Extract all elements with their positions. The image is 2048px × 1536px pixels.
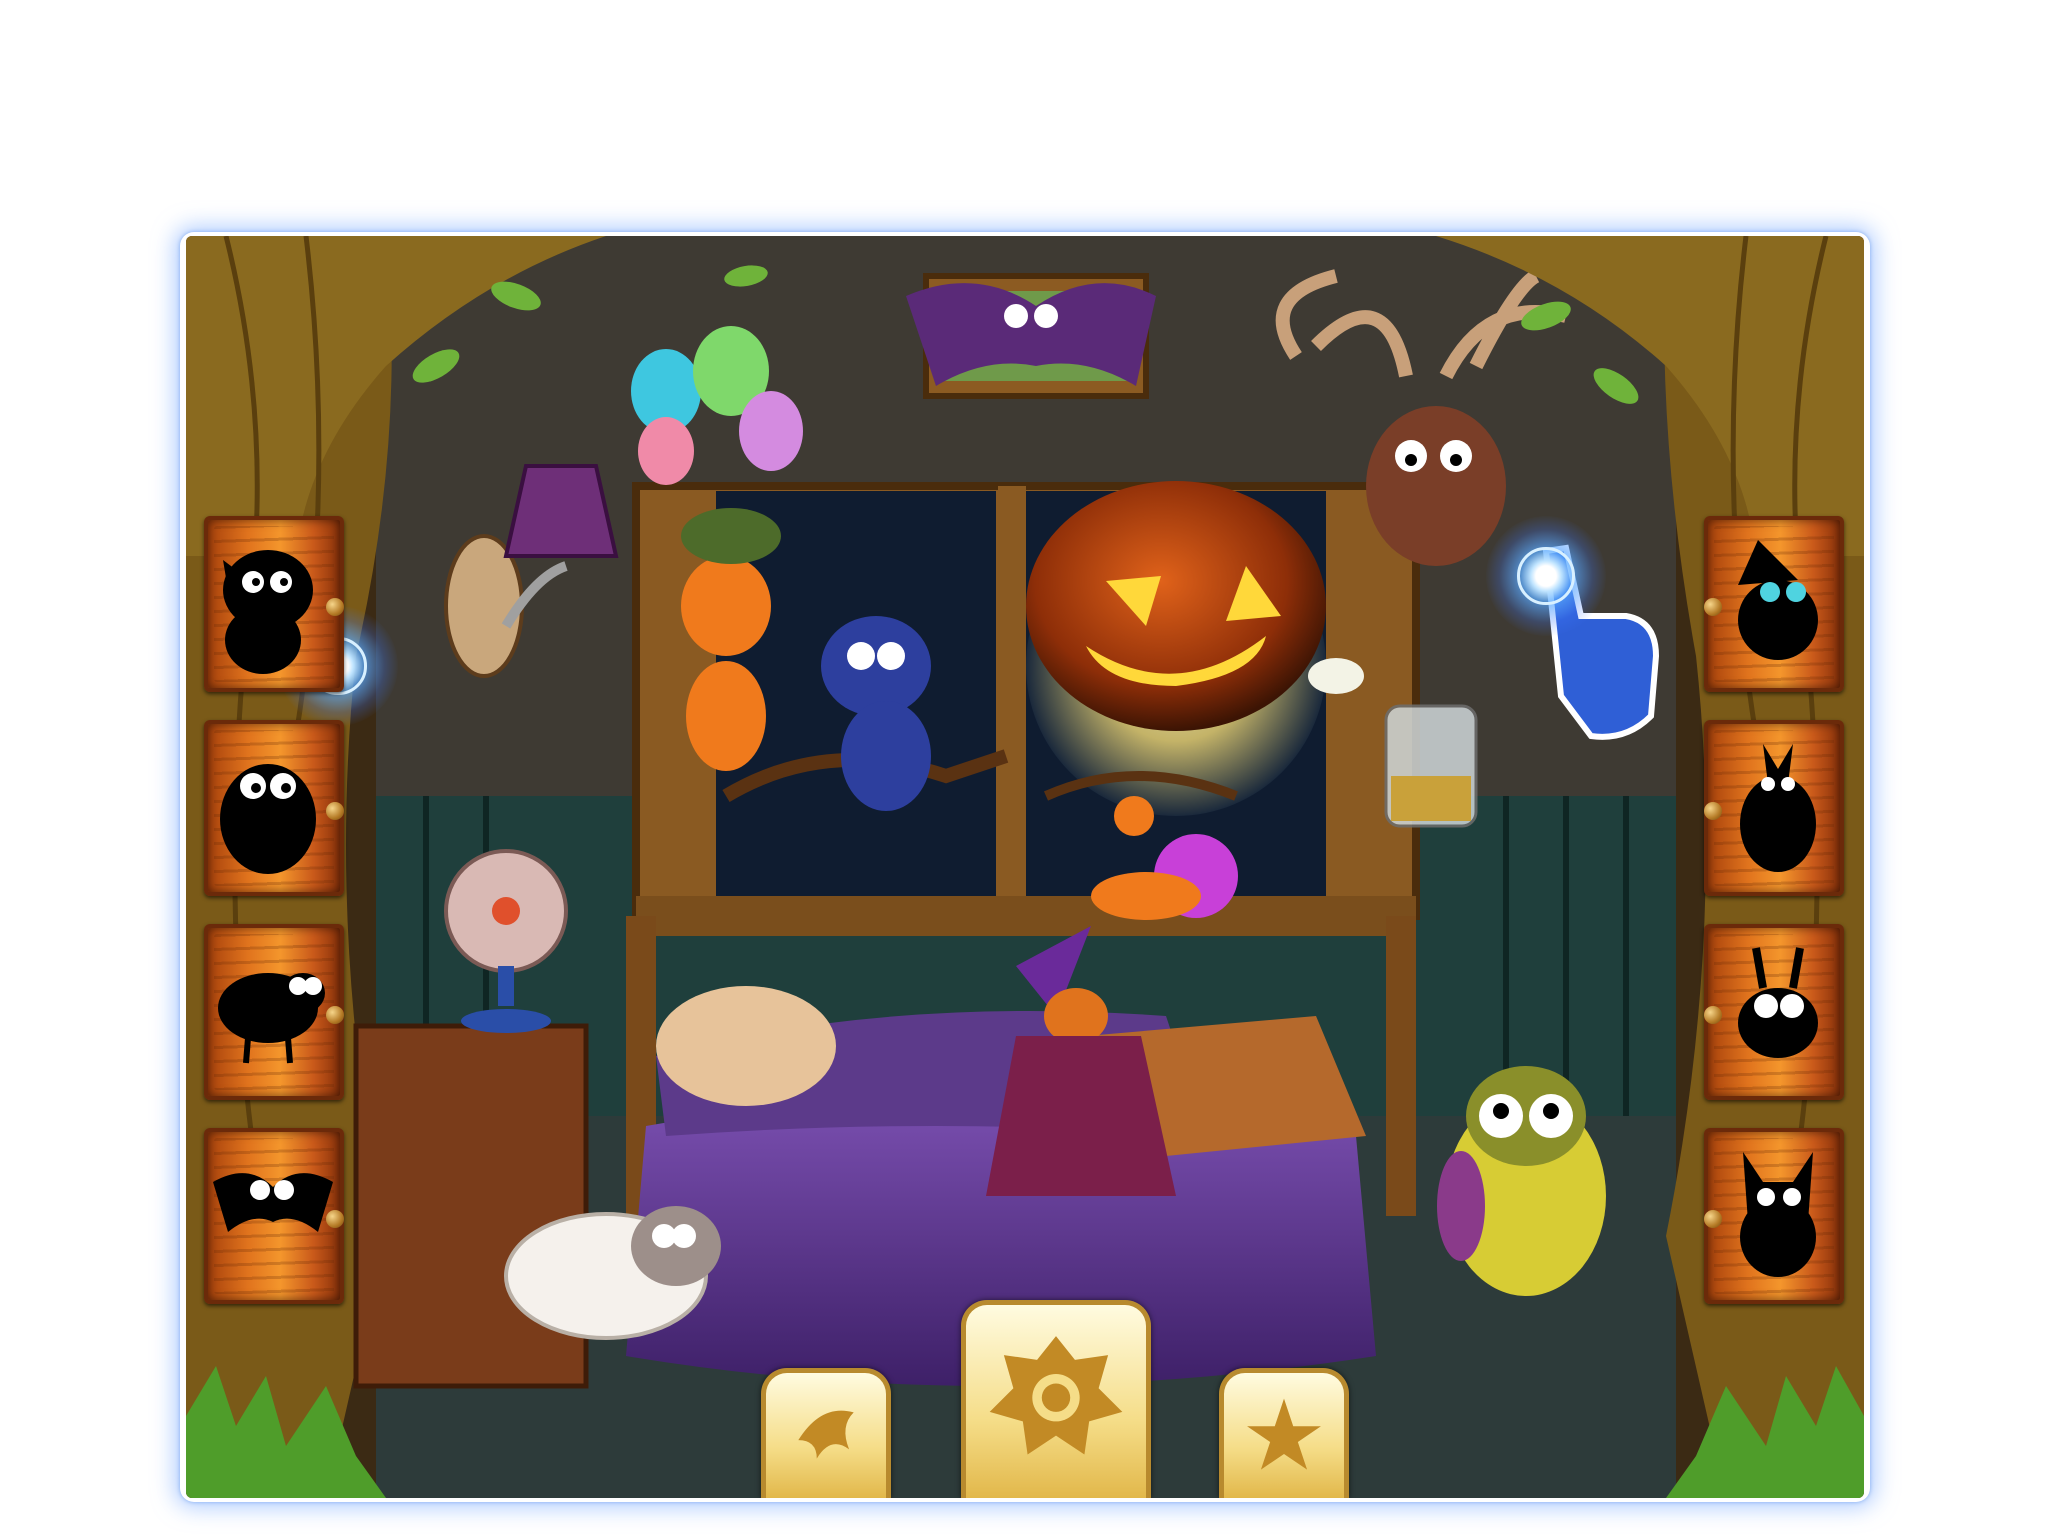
horned-monster-silhouette bbox=[1740, 744, 1816, 872]
game-scene bbox=[186, 236, 1864, 1498]
silhouette-slot-right-1[interactable] bbox=[1704, 516, 1844, 692]
silhouette-slot-left-1[interactable] bbox=[204, 516, 344, 692]
silhouette-slot-right-4[interactable] bbox=[1704, 1128, 1844, 1304]
pumpkin[interactable] bbox=[1026, 481, 1326, 731]
bunny-snail-silhouette bbox=[1738, 947, 1818, 1058]
sun-icon bbox=[989, 1336, 1123, 1455]
owl-blob-silhouette bbox=[220, 764, 316, 874]
silhouette-slot-right-2[interactable] bbox=[1704, 720, 1844, 896]
nightstand bbox=[353, 1023, 589, 1389]
hint-glow-right bbox=[1486, 516, 1606, 636]
silhouette-slot-left-4[interactable] bbox=[204, 1128, 344, 1304]
star-icon bbox=[1247, 1398, 1321, 1470]
cat-devil-silhouette bbox=[1740, 1152, 1816, 1277]
bat-creature-silhouette bbox=[223, 550, 313, 674]
bottom-button-sun[interactable] bbox=[961, 1300, 1151, 1498]
bottom-button-star[interactable] bbox=[1219, 1368, 1349, 1498]
bottom-button-dolphin[interactable] bbox=[761, 1368, 891, 1498]
witch-cat-silhouette bbox=[1738, 540, 1818, 660]
silhouette-slot-right-3[interactable] bbox=[1704, 924, 1844, 1100]
dolphin-icon bbox=[798, 1410, 854, 1459]
silhouette-slot-left-2[interactable] bbox=[204, 720, 344, 896]
sheep-silhouette bbox=[218, 973, 325, 1064]
silhouette-slot-left-3[interactable] bbox=[204, 924, 344, 1100]
bat-painting[interactable] bbox=[906, 273, 1156, 399]
bat-silhouette bbox=[213, 1173, 333, 1232]
